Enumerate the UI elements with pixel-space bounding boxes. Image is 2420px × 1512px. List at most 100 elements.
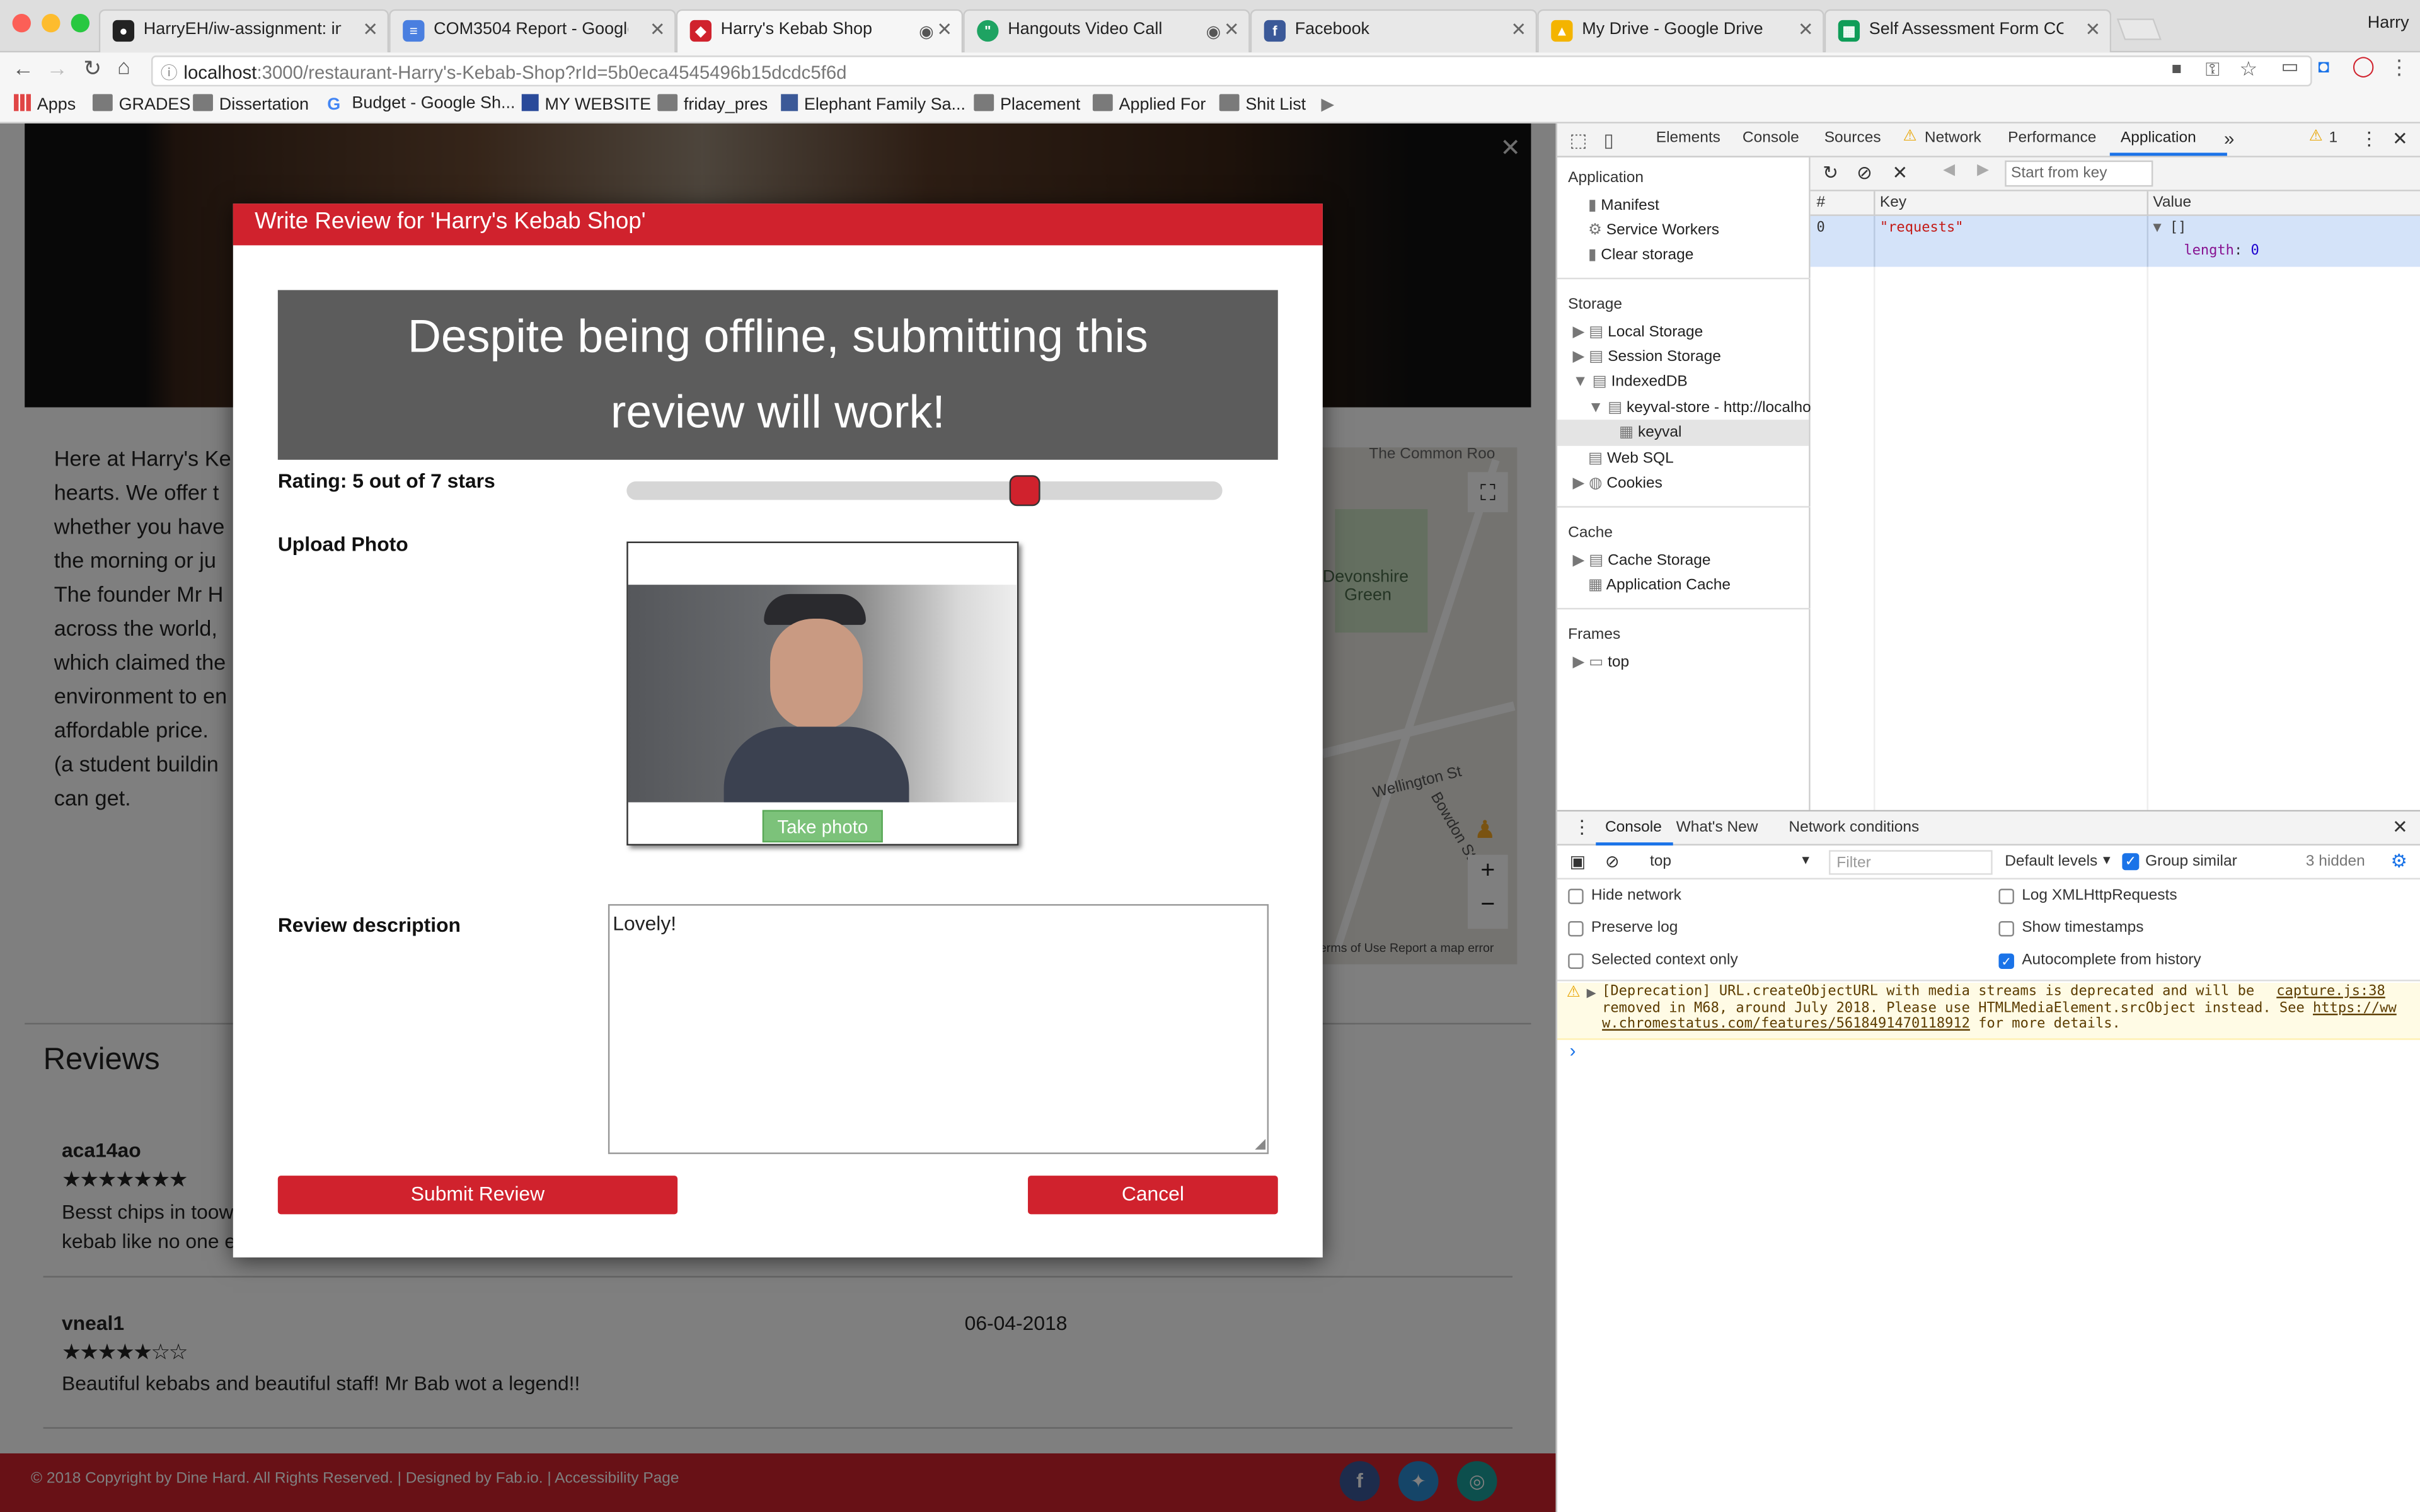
bookmark-grades[interactable]: GRADES <box>92 94 190 114</box>
forward-icon[interactable]: → <box>46 55 67 80</box>
close-tab-icon[interactable]: ✕ <box>650 18 666 40</box>
console-filter-input[interactable]: Filter <box>1829 850 1993 875</box>
browser-tab[interactable]: f Facebook ✕ <box>1250 9 1538 53</box>
clear-icon[interactable]: ⊘ <box>1857 162 1872 183</box>
checkbox[interactable]: ✓ <box>1998 953 2014 969</box>
checkbox[interactable] <box>1568 953 1584 969</box>
home-icon[interactable]: ⌂ <box>117 54 130 79</box>
bookmark-applied-for[interactable]: Applied For <box>1092 94 1206 114</box>
bookmark-shit-list[interactable]: Shit List <box>1219 94 1306 114</box>
column-header[interactable]: # <box>1816 195 1825 212</box>
console-settings-icon[interactable]: ⚙ <box>2391 850 2407 871</box>
next-page-icon[interactable]: ▶ <box>1977 162 1989 179</box>
group-similar-checkbox[interactable]: ✓ <box>2122 853 2140 871</box>
extension-icon[interactable]: ◘ <box>2318 55 2329 77</box>
sidebar-item-cache-storage[interactable]: ▶ ▤ Cache Storage <box>1573 553 1711 570</box>
drawer-tab-whats-new[interactable]: What's New <box>1676 819 1758 836</box>
review-description-input[interactable]: Lovely! ◢ <box>608 904 1269 1154</box>
tab-network[interactable]: Network <box>1925 130 1981 147</box>
warning-url[interactable]: https://ww <box>2313 1000 2397 1016</box>
inspect-icon[interactable]: ⬚ <box>1570 130 1587 151</box>
info-icon[interactable]: ⓘ <box>161 60 178 85</box>
rating-slider-thumb[interactable] <box>1009 475 1040 507</box>
warning-url[interactable]: w.chromestatus.com/features/561849147011… <box>1602 1017 1970 1032</box>
checkbox[interactable] <box>1998 921 2014 937</box>
bookmark-placement[interactable]: Placement <box>974 94 1080 114</box>
sidebar-item-application-cache[interactable]: ▦ Application Cache <box>1588 577 1731 594</box>
address-bar[interactable]: ⓘ localhost:3000/restaurant-Harry's-Keba… <box>151 55 2312 87</box>
checkbox[interactable] <box>1998 888 2014 905</box>
table-row[interactable]: 0 "requests" ▼ [] length: 0 <box>1810 215 2420 267</box>
source-link[interactable]: capture.js:38 <box>2276 984 2385 1000</box>
dropdown-arrow-icon[interactable]: ▼ <box>2100 853 2112 867</box>
new-tab-button[interactable] <box>2116 18 2162 40</box>
tab-performance[interactable]: Performance <box>2008 130 2096 147</box>
drawer-tab-network-conditions[interactable]: Network conditions <box>1789 819 1919 836</box>
start-from-key-input[interactable]: Start from key <box>2005 160 2153 187</box>
prev-page-icon[interactable]: ◀ <box>1943 162 1955 179</box>
column-header[interactable]: Value <box>2153 195 2191 212</box>
menu-icon[interactable]: ⋮ <box>2389 55 2409 80</box>
expand-arrow-icon[interactable]: ▶ <box>1587 986 1596 1002</box>
console-prompt[interactable]: › <box>1570 1040 1576 1062</box>
device-toolbar-icon[interactable]: ▯ <box>1604 130 1614 151</box>
tab-sources[interactable]: Sources <box>1824 130 1881 147</box>
bookmark-star-icon[interactable]: ☆ <box>2239 57 2257 82</box>
sidebar-item-session-storage[interactable]: ▶ ▤ Session Storage <box>1573 348 1721 365</box>
bookmark-dissertation[interactable]: Dissertation <box>193 94 309 114</box>
close-tab-icon[interactable]: ✕ <box>1224 18 1240 40</box>
close-tab-icon[interactable]: ✕ <box>362 18 378 40</box>
browser-tab[interactable]: ● HarryEH/iw-assignment: intelli ✕ <box>98 9 389 53</box>
opera-icon[interactable]: ◯ <box>2352 54 2375 79</box>
back-icon[interactable]: ← <box>13 55 34 80</box>
resize-handle-icon[interactable]: ◢ <box>1255 1135 1265 1152</box>
window-minimize-button[interactable] <box>42 14 60 33</box>
row-value[interactable]: ▼ [] <box>2153 220 2186 236</box>
bookmark-apps[interactable]: Apps <box>14 94 76 114</box>
browser-tab[interactable]: ≡ COM3504 Report - Google Do ✕ <box>389 9 676 53</box>
clear-console-icon[interactable]: ⊘ <box>1605 852 1620 871</box>
delete-icon[interactable]: ✕ <box>1892 162 1908 183</box>
window-close-button[interactable] <box>12 14 31 33</box>
bookmark-my-website[interactable]: MY WEBSITE <box>521 94 651 114</box>
cast-icon[interactable]: ▭ <box>2281 55 2299 77</box>
sidebar-item-web-sql[interactable]: ▤ Web SQL <box>1588 450 1674 467</box>
key-icon[interactable]: ⚿ <box>2206 59 2220 82</box>
submit-review-button[interactable]: Submit Review <box>277 1176 678 1215</box>
close-tab-icon[interactable]: ✕ <box>1511 18 1526 40</box>
sidebar-item-cookies[interactable]: ▶ ◍ Cookies <box>1573 475 1662 492</box>
close-drawer-icon[interactable]: ✕ <box>2392 816 2408 838</box>
tab-console[interactable]: Console <box>1743 130 1799 147</box>
close-tab-icon[interactable]: ✕ <box>1798 18 1814 40</box>
rating-slider[interactable] <box>626 475 1223 507</box>
tab-elements[interactable]: Elements <box>1656 130 1720 147</box>
more-tabs-icon[interactable]: » <box>2224 128 2234 149</box>
warning-count[interactable]: 1 <box>2329 130 2338 147</box>
take-photo-button[interactable]: Take photo <box>762 810 883 843</box>
browser-tab[interactable]: ▲ My Drive - Google Drive ✕ <box>1537 9 1824 53</box>
profile-name[interactable]: Harry <box>2368 14 2409 32</box>
tab-application[interactable]: Application <box>2121 130 2196 147</box>
sidebar-item-local-storage[interactable]: ▶ ▤ Local Storage <box>1573 324 1703 341</box>
checkbox[interactable] <box>1568 921 1584 937</box>
sidebar-toggle-icon[interactable]: ▣ <box>1570 852 1586 871</box>
dropdown-arrow-icon[interactable]: ▼ <box>1800 853 1812 867</box>
close-tab-icon[interactable]: ✕ <box>936 18 952 40</box>
bookmark-friday-pres[interactable]: friday_pres <box>657 94 768 114</box>
close-tab-icon[interactable]: ✕ <box>2085 18 2100 40</box>
browser-tab[interactable]: " Hangouts Video Call ◉ ✕ <box>963 9 1250 53</box>
sidebar-item-keyval-store[interactable]: ▼ ▤ keyval-store - http://localho <box>1588 399 1811 416</box>
refresh-icon[interactable]: ↻ <box>1823 162 1838 183</box>
context-selector[interactable]: top <box>1650 853 1671 870</box>
drawer-menu-icon[interactable]: ⋮ <box>1573 816 1591 838</box>
sidebar-item-frame-top[interactable]: ▶ ▭ top <box>1573 654 1630 671</box>
column-header[interactable]: Key <box>1880 195 1906 212</box>
sidebar-item-service-workers[interactable]: ⚙ Service Workers <box>1588 222 1719 239</box>
bookmark-budget[interactable]: G Budget - Google Sh... <box>327 94 515 114</box>
close-devtools-icon[interactable]: ✕ <box>2392 128 2408 149</box>
bookmark-overflow-icon[interactable]: ▶ <box>1321 94 1334 114</box>
browser-tab[interactable]: ▦ Self Assessment Form COM35 ✕ <box>1824 9 2112 53</box>
sidebar-item-keyval[interactable]: ▦ keyval <box>1619 424 1681 441</box>
sidebar-item-manifest[interactable]: ▮ Manifest <box>1588 197 1659 214</box>
drawer-tab-console[interactable]: Console <box>1605 819 1662 836</box>
